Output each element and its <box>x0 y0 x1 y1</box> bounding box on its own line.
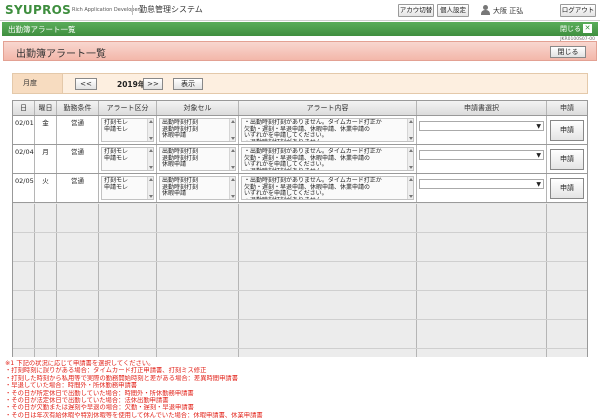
system-name: 勤怠管理システム <box>132 5 203 15</box>
row-condition: 営通 <box>57 174 99 202</box>
prev-month-button[interactable]: << <box>75 78 97 90</box>
show-button[interactable]: 表示 <box>173 78 203 90</box>
apply-button[interactable]: 申請 <box>550 178 584 199</box>
note-line: ・打刻した時刻から私用等で実際の勤務開始時刻と差がある場合：差異時間申請書 <box>5 374 238 382</box>
column-header-content: アラート内容 <box>239 101 417 115</box>
row-weekday: 月 <box>35 145 57 173</box>
window-titlebar: 出勤簿アラート一覧 閉じる ✕ <box>2 22 598 36</box>
window-close-label: 閉じる <box>560 25 581 33</box>
window-close-control[interactable]: 閉じる ✕ <box>560 24 592 34</box>
target-cell-textarea[interactable]: 出勤時刻打刻 退勤時刻打刻 休暇申請 <box>159 176 236 200</box>
app-tagline: Rich Application Developer <box>72 7 140 13</box>
user-name: 大阪 正弘 <box>493 7 524 15</box>
month-selector: 月度 << 2019年2月 >> 表示 <box>12 73 588 94</box>
empty-row <box>13 349 587 357</box>
target-cell-textarea[interactable]: 出勤時刻打刻 退勤時刻打刻 休暇申請 <box>159 118 236 142</box>
note-line: ・早退していた場合：時間外・所休勤務申請書 <box>5 382 138 390</box>
row-weekday: 火 <box>35 174 57 202</box>
next-month-button[interactable]: >> <box>143 78 163 90</box>
column-header-target: 対象セル <box>157 101 239 115</box>
target-cell-textarea[interactable]: 出勤時刻打刻 退勤時刻打刻 休暇申請 <box>159 147 236 171</box>
chevron-down-icon: ▼ <box>536 152 541 159</box>
form-select[interactable]: ▼ <box>419 150 544 160</box>
alert-content-textarea[interactable]: ・出勤時刻打刻がありません。タイムカード打正か 欠勤・遅刻・早退申請、休暇申請、… <box>241 118 414 142</box>
alert-type-textarea[interactable]: 打刻モレ 申請モレ <box>101 147 154 171</box>
alert-content-textarea[interactable]: ・出勤時刻打刻がありません。タイムカード打正か 欠勤・遅刻・早退申請、休暇申請、… <box>241 147 414 171</box>
table-row: 02/05 火 営通 打刻モレ 申請モレ 出勤時刻打刻 退勤時刻打刻 休暇申請 … <box>13 174 587 203</box>
column-header-weekday: 曜日 <box>35 101 57 115</box>
alert-type-textarea[interactable]: 打刻モレ 申請モレ <box>101 176 154 200</box>
column-header-condition: 勤務条件 <box>57 101 99 115</box>
alert-table: 日 曜日 勤務条件 アラート区分 対象セル アラート内容 申請書選択 申請 02… <box>12 100 588 357</box>
close-icon[interactable]: ✕ <box>583 24 592 33</box>
row-date: 02/05 <box>13 174 35 202</box>
apply-button[interactable]: 申請 <box>550 149 584 170</box>
user-icon <box>481 5 490 15</box>
empty-row <box>13 262 587 291</box>
row-condition: 営通 <box>57 116 99 144</box>
form-select[interactable]: ▼ <box>419 179 544 189</box>
column-header-alert-type: アラート区分 <box>99 101 157 115</box>
alert-content-textarea[interactable]: ・出勤時刻打刻がありません。タイムカード打正か 欠勤・遅刻・早退申請、休暇申請、… <box>241 176 414 200</box>
page-header: 出勤簿アラート一覧 閉じる <box>3 41 597 61</box>
apply-button[interactable]: 申請 <box>550 120 584 141</box>
chevron-down-icon: ▼ <box>536 181 541 188</box>
table-row: 02/04 月 営通 打刻モレ 申請モレ 出勤時刻打刻 退勤時刻打刻 休暇申請 … <box>13 145 587 174</box>
personal-settings-button[interactable]: 個人設定 <box>437 4 469 17</box>
account-switch-button[interactable]: アカウ切替 <box>398 4 434 17</box>
row-condition: 営通 <box>57 145 99 173</box>
window-title: 出勤簿アラート一覧 <box>8 25 76 34</box>
empty-row <box>13 291 587 320</box>
column-header-apply: 申請 <box>560 104 574 112</box>
note-line: ・その日が所定休日で出勤していた場合：時間外・所休勤務申請書 <box>5 389 194 397</box>
page-title: 出勤簿アラート一覧 <box>16 49 106 60</box>
row-weekday: 金 <box>35 116 57 144</box>
close-button[interactable]: 閉じる <box>550 46 586 58</box>
row-date: 02/01 <box>13 116 35 144</box>
note-line: ※1 下記の状況に応じて申請書を選択してください。 <box>5 360 155 367</box>
chevron-down-icon: ▼ <box>536 123 541 130</box>
empty-row <box>13 320 587 349</box>
empty-row <box>13 233 587 262</box>
app-logo: SYUPROS <box>5 3 72 17</box>
note-line: ・その日が法定休日で出勤していた場合：法休出勤申請書 <box>5 397 169 405</box>
alert-type-textarea[interactable]: 打刻モレ 申請モレ <box>101 118 154 142</box>
note-line: ・その日が欠勤または遅刻や早退の場合：欠勤・遅刻・早退申請書 <box>5 404 194 412</box>
row-date: 02/04 <box>13 145 35 173</box>
notes: ※1 下記の状況に応じて申請書を選択してください。 ・打刻時刻に誤りがある場合：… <box>5 360 595 419</box>
column-header-date: 日 <box>13 101 35 115</box>
empty-row <box>13 204 587 233</box>
column-header-form-select: 申請書選択 <box>417 101 547 115</box>
top-header: SYUPROS Rich Application Developer 勤怠管理シ… <box>0 0 600 21</box>
month-label: 月度 <box>13 74 63 93</box>
table-row: 02/01 金 営通 打刻モレ 申請モレ 出勤時刻打刻 退勤時刻打刻 休暇申請 … <box>13 116 587 145</box>
table-header: 日 曜日 勤務条件 アラート区分 対象セル アラート内容 申請書選択 申請 <box>13 101 587 116</box>
note-line: ・打刻時刻に誤りがある場合：タイムカード打正申請書、打刻ミス修正 <box>5 367 207 375</box>
form-select[interactable]: ▼ <box>419 121 544 131</box>
note-line: ・その日は年次有給休暇や特別休暇等を使用して休んでいた場合：休暇申請書、休業申請… <box>5 411 263 419</box>
logout-button[interactable]: ログアウト <box>560 4 596 17</box>
empty-rows <box>13 204 587 357</box>
